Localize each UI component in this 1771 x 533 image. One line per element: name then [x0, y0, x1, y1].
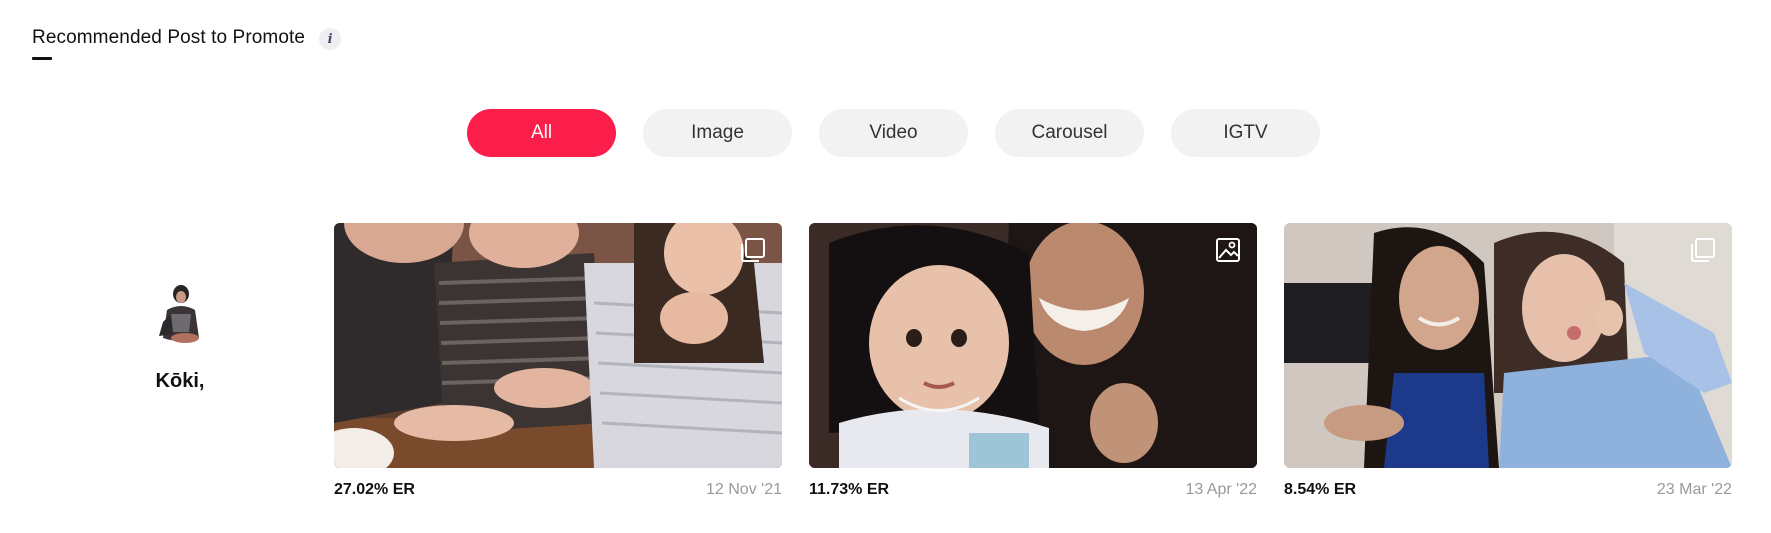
engagement-rate: 27.02% ER — [334, 481, 415, 498]
post-card[interactable]: 27.02% ER 12 Nov '21 — [334, 223, 782, 499]
profile: Kōki, — [130, 274, 230, 393]
post-meta: 27.02% ER 12 Nov '21 — [334, 481, 782, 499]
engagement-rate: 11.73% ER — [809, 481, 890, 498]
post-meta: 11.73% ER 13 Apr '22 — [809, 481, 1257, 499]
carousel-icon — [1691, 238, 1715, 262]
section-header: Recommended Post to Promote i — [32, 26, 342, 50]
carousel-icon — [741, 238, 765, 262]
tab-igtv[interactable]: IGTV — [1171, 109, 1320, 157]
profile-name: Kōki, — [155, 370, 205, 392]
post-date: 23 Mar '22 — [1656, 481, 1732, 498]
section-title: Recommended Post to Promote — [32, 27, 306, 48]
tab-carousel[interactable]: Carousel — [995, 109, 1144, 157]
post-date: 13 Apr '22 — [1185, 481, 1257, 498]
title-underline — [32, 57, 52, 60]
avatar[interactable] — [145, 274, 215, 346]
tab-image[interactable]: Image — [643, 109, 792, 157]
recommended-posts-panel: Recommended Post to Promote i All Image … — [0, 0, 1771, 533]
post-thumbnail[interactable] — [1284, 223, 1732, 468]
post-thumbnail[interactable] — [809, 223, 1257, 468]
tab-all[interactable]: All — [467, 109, 616, 157]
post-meta: 8.54% ER 23 Mar '22 — [1284, 481, 1732, 499]
info-icon[interactable]: i — [319, 28, 342, 50]
post-thumbnail[interactable] — [334, 223, 782, 468]
post-type-filter: All Image Video Carousel IGTV — [467, 109, 1320, 157]
engagement-rate: 8.54% ER — [1284, 481, 1357, 498]
image-icon — [1216, 238, 1240, 262]
post-date: 12 Nov '21 — [706, 481, 782, 498]
post-card[interactable]: 8.54% ER 23 Mar '22 — [1284, 223, 1732, 499]
tab-video[interactable]: Video — [819, 109, 968, 157]
post-card[interactable]: 11.73% ER 13 Apr '22 — [809, 223, 1257, 499]
